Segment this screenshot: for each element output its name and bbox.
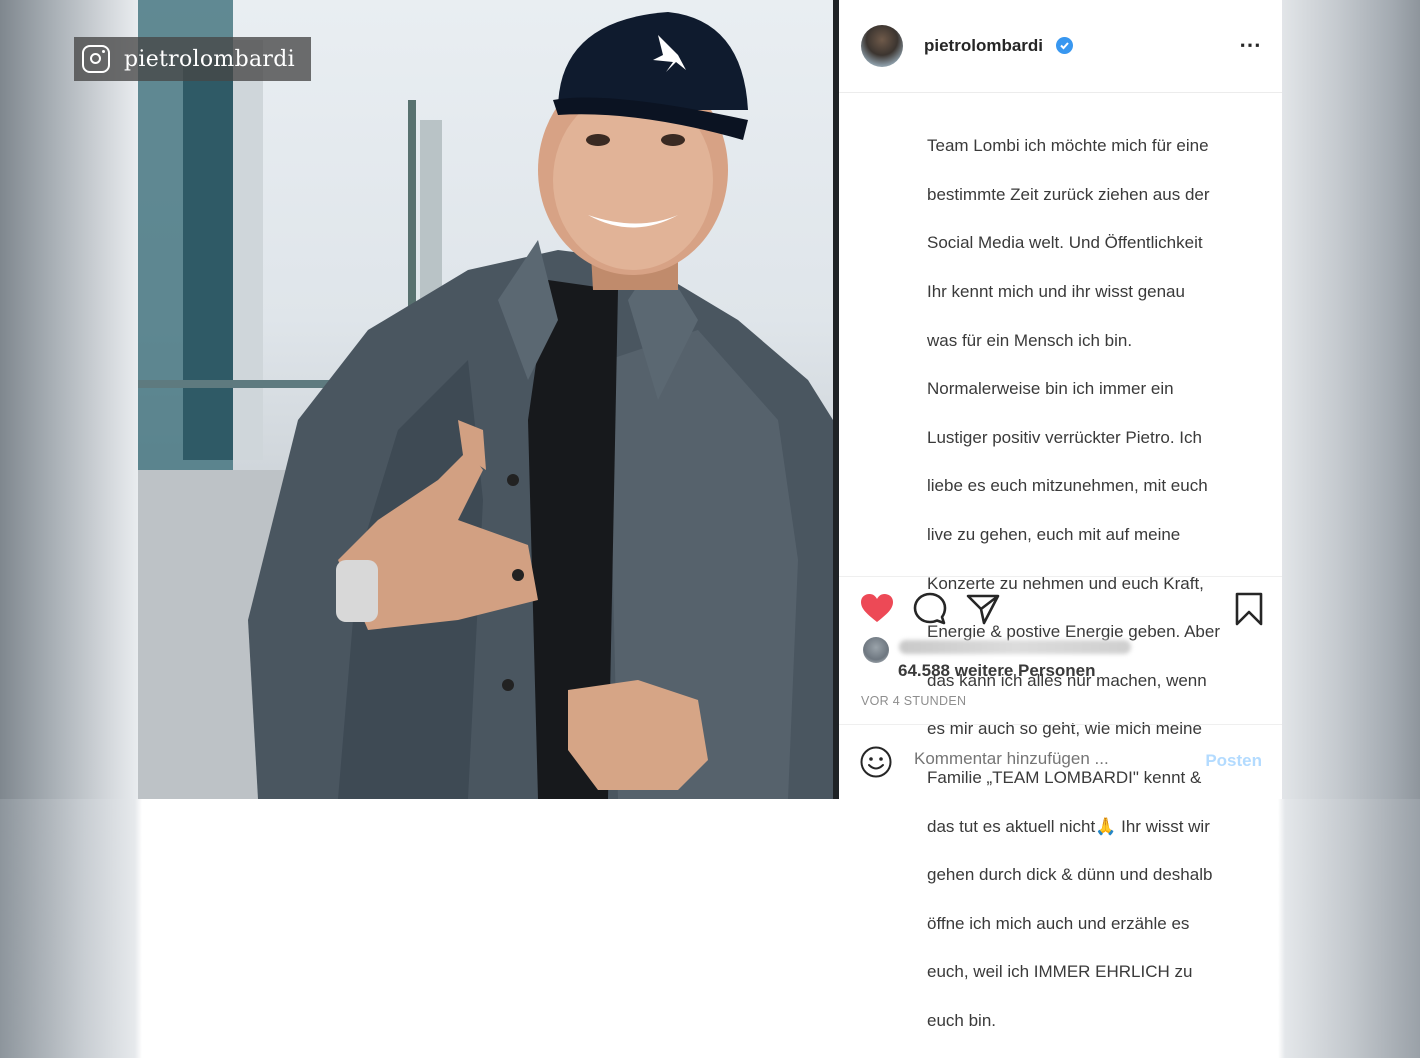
avatar[interactable] xyxy=(861,25,903,67)
caption-line: euch bin. xyxy=(927,1010,996,1030)
username[interactable]: pietrolombardi xyxy=(924,36,1043,56)
caption-line: öffne ich mich auch und erzähle es xyxy=(927,913,1190,933)
likes-count[interactable]: 64.588 weitere Personen xyxy=(898,661,1096,681)
caption-line: Ihr kennt mich und ihr wisst genau xyxy=(927,282,1185,302)
instagram-icon xyxy=(82,45,110,73)
post-header: pietrolombardi ⋯ xyxy=(839,0,1282,93)
comment-icon[interactable] xyxy=(912,591,948,627)
post-photo xyxy=(138,0,833,799)
bookmark-icon[interactable] xyxy=(1231,591,1267,627)
post-actions xyxy=(839,576,1282,647)
heart-icon[interactable] xyxy=(859,591,895,627)
blurred-liker-name xyxy=(899,640,1131,654)
post-panel: pietrolombardi ⋯ Team Lombi ich möchte m… xyxy=(839,0,1282,1030)
background-right xyxy=(1282,0,1420,799)
photo-illustration xyxy=(138,0,833,799)
post-timestamp: VOR 4 STUNDEN xyxy=(861,694,967,708)
likes-avatar[interactable] xyxy=(863,637,889,663)
instagram-watermark: pietrolombardi xyxy=(74,37,311,81)
caption-line: gehen durch dick & dünn und deshalb xyxy=(927,865,1213,885)
more-icon[interactable]: ⋯ xyxy=(1239,32,1262,58)
watermark-handle: pietrolombardi xyxy=(124,46,295,72)
caption-line: live zu gehen, euch mit auf meine xyxy=(927,525,1181,545)
post-comment-button[interactable]: Posten xyxy=(1205,751,1262,771)
background-left xyxy=(0,0,138,799)
share-icon[interactable] xyxy=(965,591,1001,627)
emoji-icon[interactable] xyxy=(859,745,893,779)
caption-line: was für ein Mensch ich bin. xyxy=(927,330,1133,350)
caption-line: bestimmte Zeit zurück ziehen aus der xyxy=(927,184,1210,204)
comment-input[interactable] xyxy=(914,749,1174,769)
caption-line: Team Lombi ich möchte mich für eine xyxy=(927,136,1209,156)
caption-line: Social Media welt. Und Öffentlichkeit xyxy=(927,233,1203,253)
caption-line: Lustiger positiv verrückter Pietro. Ich xyxy=(927,427,1202,447)
caption-line: liebe es euch mitzunehmen, mit euch xyxy=(927,476,1208,496)
comment-bar: Posten xyxy=(839,724,1282,799)
caption-line: das tut es aktuell nicht🙏 Ihr wisst wir xyxy=(927,816,1210,836)
caption-line: Normalerweise bin ich immer ein xyxy=(927,379,1174,399)
verified-icon xyxy=(1056,37,1073,54)
caption-line: euch, weil ich IMMER EHRLICH zu xyxy=(927,962,1193,982)
